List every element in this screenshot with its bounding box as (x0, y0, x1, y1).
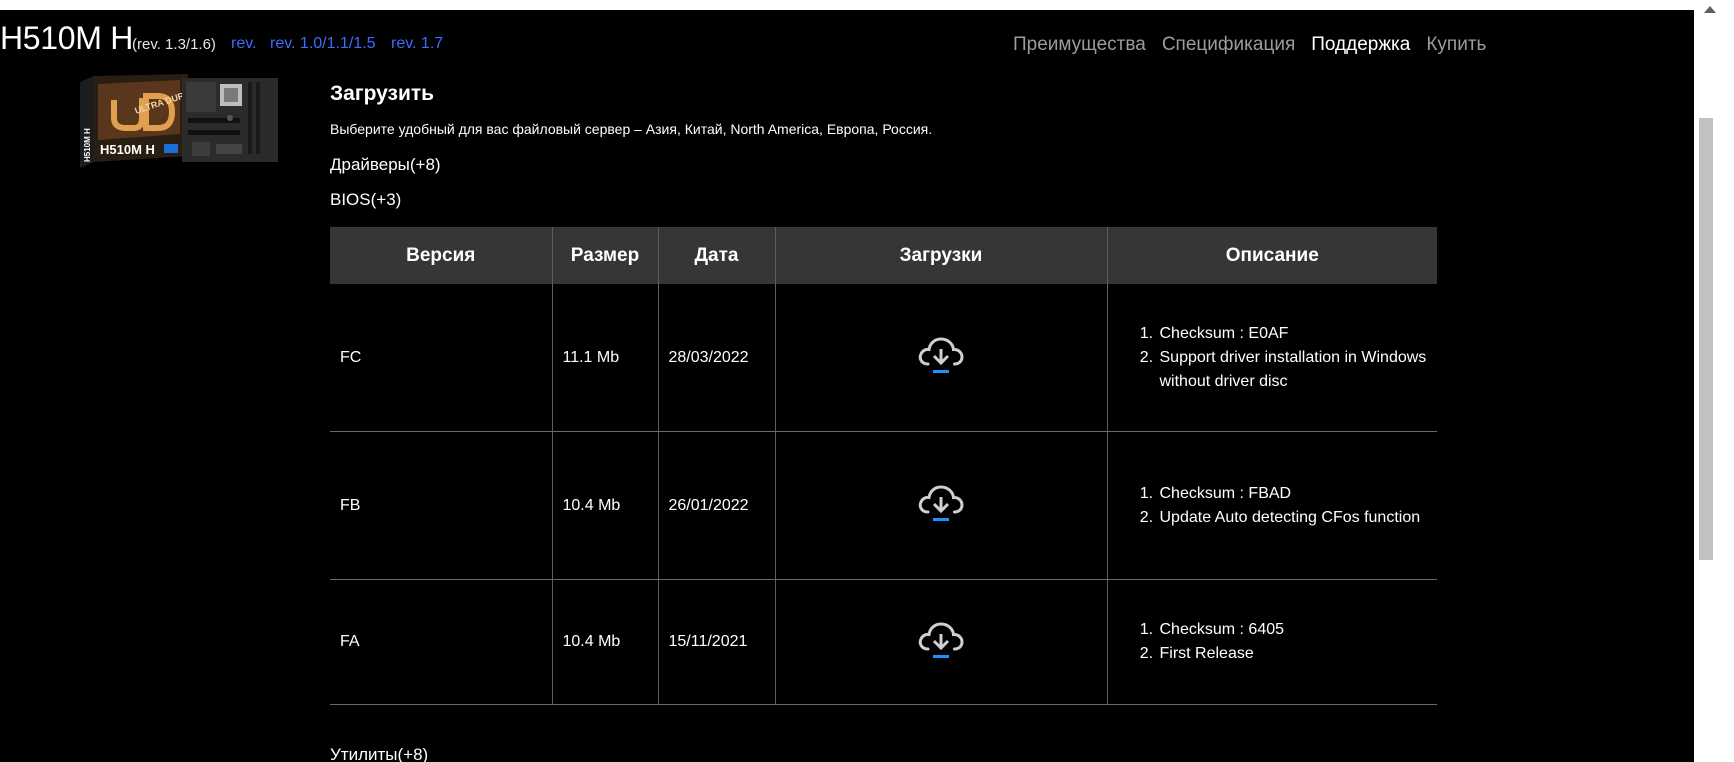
date-cell: 28/03/2022 (657, 284, 775, 432)
version-cell: FB (330, 431, 552, 580)
product-box-art: ULTRA DURABLE H510M H H510M H (80, 74, 278, 168)
column-header-date: Дата (657, 227, 775, 284)
bios-table: Версия Размер Дата Загрузки Описание FC … (330, 227, 1437, 705)
category-drivers[interactable]: Драйверы(+8) (330, 155, 441, 175)
table-row: FC 11.1 Mb 28/03/2022 Chec (330, 284, 1437, 432)
column-header-version: Версия (330, 227, 552, 284)
cloud-download-icon[interactable] (917, 335, 965, 375)
nav-buy[interactable]: Купить (1426, 34, 1486, 56)
table-row: FA 10.4 Mb 15/11/2021 Chec (330, 579, 1437, 705)
revision-link-1-7[interactable]: rev. 1.7 (391, 35, 443, 53)
scroll-up-arrow-icon[interactable] (1704, 6, 1716, 13)
revision-link-rev[interactable]: rev. (231, 35, 256, 53)
vertical-scrollbar[interactable] (1694, 0, 1734, 762)
current-revision: (rev. 1.3/1.6) (132, 36, 216, 53)
description-cell: Checksum : E0AF Support driver installat… (1106, 284, 1437, 432)
column-header-size: Размер (551, 227, 658, 284)
description-list: Checksum : E0AF Support driver installat… (1118, 322, 1428, 394)
description-item: First Release (1158, 642, 1428, 666)
product-image: ULTRA DURABLE H510M H H510M H (80, 74, 280, 170)
description-item: Checksum : 6405 (1158, 618, 1428, 642)
column-header-description: Описание (1106, 227, 1437, 284)
model-title: H510M H (0, 20, 134, 56)
product-nav: Преимущества Спецификация Поддержка Купи… (1013, 34, 1486, 56)
download-cell (774, 431, 1107, 580)
category-utilities[interactable]: Утилиты(+8) (330, 745, 428, 762)
support-page: H510M H (rev. 1.3/1.6) rev. rev. 1.0/1.1… (0, 10, 1694, 762)
description-cell: Checksum : 6405 First Release (1106, 579, 1437, 705)
description-item: Checksum : E0AF (1158, 322, 1428, 346)
nav-support[interactable]: Поддержка (1311, 34, 1410, 56)
table-header-row: Версия Размер Дата Загрузки Описание (330, 227, 1437, 284)
box-model-label: H510M H (100, 142, 155, 157)
size-cell: 11.1 Mb (551, 284, 658, 432)
cloud-download-icon[interactable] (917, 620, 965, 660)
description-item: Support driver installation in Windows w… (1158, 346, 1428, 394)
scroll-thumb[interactable] (1699, 118, 1713, 560)
download-section-title: Загрузить (330, 82, 435, 105)
description-list: Checksum : FBAD Update Auto detecting CF… (1118, 482, 1428, 530)
cloud-download-icon[interactable] (917, 483, 965, 523)
description-cell: Checksum : FBAD Update Auto detecting CF… (1106, 431, 1437, 580)
download-cell (774, 579, 1107, 705)
version-cell: FC (330, 284, 552, 432)
category-bios[interactable]: BIOS(+3) (330, 190, 401, 210)
size-cell: 10.4 Mb (551, 431, 658, 580)
description-list: Checksum : 6405 First Release (1118, 618, 1428, 666)
file-server-note: Выберите удобный для вас файловый сервер… (330, 121, 933, 137)
date-cell: 15/11/2021 (657, 579, 775, 705)
download-cell (774, 284, 1107, 432)
nav-advantages[interactable]: Преимущества (1013, 34, 1146, 56)
date-cell: 26/01/2022 (657, 431, 775, 580)
nav-specification[interactable]: Спецификация (1162, 34, 1295, 56)
version-cell: FA (330, 579, 552, 705)
description-item: Update Auto detecting CFos function (1158, 506, 1428, 530)
revision-link-1-0-1-1-1-5[interactable]: rev. 1.0/1.1/1.5 (270, 35, 376, 53)
box-side-label: H510M H (83, 128, 92, 162)
description-item: Checksum : FBAD (1158, 482, 1428, 506)
column-header-downloads: Загрузки (774, 227, 1107, 284)
size-cell: 10.4 Mb (551, 579, 658, 705)
table-row: FB 10.4 Mb 26/01/2022 Chec (330, 431, 1437, 580)
